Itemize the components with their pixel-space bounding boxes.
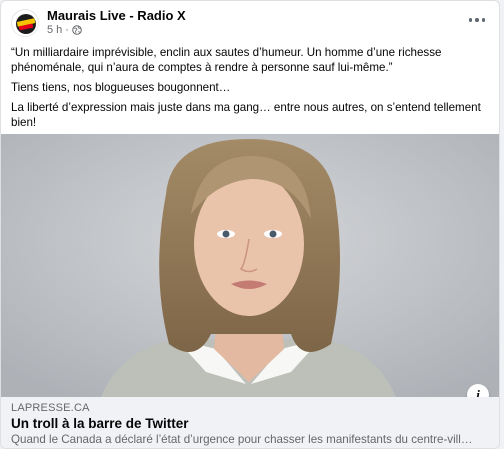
more-options-dot <box>481 18 486 22</box>
post-header: Maurais Live - Radio X 5 h · <box>1 1 499 43</box>
link-preview-image[interactable] <box>1 134 499 397</box>
post-time[interactable]: 5 h <box>47 24 62 36</box>
post-paragraph: La liberté d’expression mais juste dans … <box>11 101 481 129</box>
more-options-dot <box>475 18 479 22</box>
link-preview[interactable]: LAPRESSE.CA Un troll à la barre de Twitt… <box>1 397 499 448</box>
page-avatar[interactable] <box>11 9 39 37</box>
post-meta: 5 h · <box>47 24 82 36</box>
link-title[interactable]: Un troll à la barre de Twitter <box>11 416 189 431</box>
post-card: Maurais Live - Radio X 5 h · “Un milliar… <box>0 0 500 449</box>
post-text: “Un milliardaire imprévisible, enclin au… <box>11 45 491 135</box>
link-description: Quand le Canada a déclaré l’état d’urgen… <box>11 433 473 446</box>
link-domain: LAPRESSE.CA <box>11 402 90 414</box>
post-paragraph: “Un milliardaire imprévisible, enclin au… <box>11 46 442 74</box>
portrait-photo <box>1 134 499 397</box>
more-options-button[interactable] <box>465 11 489 29</box>
radio-logo-icon <box>13 11 38 36</box>
page-name[interactable]: Maurais Live - Radio X <box>47 8 186 23</box>
meta-separator: · <box>65 24 69 36</box>
post-paragraph: Tiens tiens, nos blogueuses bougonnent… <box>11 81 231 94</box>
more-options-icon <box>468 18 473 22</box>
globe-icon <box>72 25 82 35</box>
